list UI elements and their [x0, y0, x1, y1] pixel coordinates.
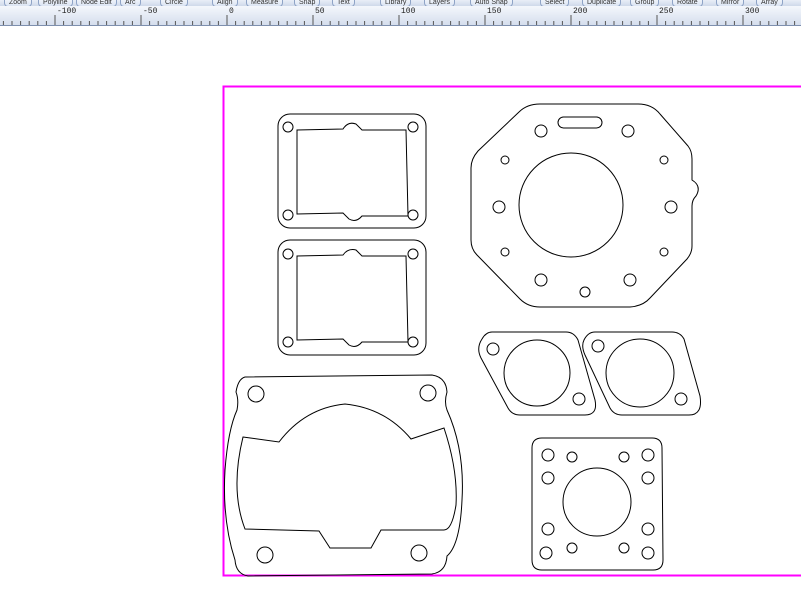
water-hole [660, 156, 668, 164]
bolt-hole [542, 523, 554, 535]
bolt-hole [642, 523, 654, 535]
head-gasket[interactable] [471, 104, 698, 307]
center-bore [563, 468, 631, 536]
gasket-outline [224, 375, 462, 576]
stud-hole [420, 385, 436, 401]
bolt-hole [408, 249, 418, 259]
water-hole [580, 287, 590, 297]
stud-hole [411, 545, 427, 561]
bolt-hole [540, 547, 552, 559]
ruler-label: -100 [57, 7, 76, 16]
bolt-hole [619, 543, 629, 553]
gasket-outline [278, 114, 426, 228]
stud-hole [535, 274, 547, 286]
ruler-label: 300 [745, 7, 759, 16]
gasket-outline [278, 240, 426, 355]
bolt-hole [619, 452, 629, 462]
ruler-label: 100 [401, 7, 415, 16]
bolt-hole [283, 337, 293, 347]
square-base-gasket[interactable] [532, 438, 663, 570]
bolt-hole [567, 452, 577, 462]
bolt-hole [642, 547, 654, 559]
stud-hole [624, 274, 636, 286]
bolt-hole [408, 337, 418, 347]
exhaust-gasket-left[interactable] [479, 332, 596, 415]
bolt-hole [675, 393, 687, 405]
bolt-hole [642, 472, 654, 484]
reed-gasket-top[interactable] [278, 114, 426, 228]
stud-hole [248, 386, 264, 402]
cylinder-bore [237, 404, 456, 548]
ruler-label: -50 [143, 7, 157, 16]
bolt-hole [283, 249, 293, 259]
oil-slot [558, 117, 602, 128]
exhaust-port [606, 339, 674, 407]
bolt-hole [487, 343, 499, 355]
gasket-drawing [0, 26, 801, 600]
bolt-hole [642, 449, 654, 461]
gasket-outline [583, 332, 701, 415]
stud-hole [493, 201, 505, 213]
bolt-hole [283, 122, 293, 132]
bolt-hole [408, 122, 418, 132]
exhaust-port [504, 340, 570, 406]
ruler-label: 0 [229, 7, 234, 16]
bolt-hole [592, 340, 604, 352]
ruler-label: 200 [573, 7, 587, 16]
bolt-hole [542, 449, 554, 461]
ruler-label: 50 [315, 7, 325, 16]
reed-gasket-bottom[interactable] [278, 240, 426, 355]
horizontal-ruler[interactable]: -100 -50 0 50 100 150 200 250 300 [0, 6, 801, 26]
cylinder-base-gasket[interactable] [224, 375, 462, 576]
gasket-window [297, 123, 408, 220]
water-hole [660, 248, 668, 256]
bolt-hole [283, 210, 293, 220]
ruler-label: 250 [659, 7, 673, 16]
bolt-hole [567, 543, 577, 553]
bolt-hole [408, 210, 418, 220]
stud-hole [665, 201, 677, 213]
water-hole [501, 156, 509, 164]
stud-hole [535, 125, 547, 137]
bolt-hole [542, 472, 554, 484]
exhaust-gasket-right[interactable] [583, 332, 701, 415]
water-hole [501, 248, 509, 256]
gasket-window [297, 250, 408, 347]
bolt-hole [573, 393, 585, 405]
ruler-label: 150 [487, 7, 501, 16]
page-boundary [224, 87, 801, 576]
cylinder-bore [519, 153, 623, 257]
stud-hole [622, 125, 634, 137]
drawing-canvas[interactable] [0, 26, 801, 600]
stud-hole [257, 547, 273, 563]
